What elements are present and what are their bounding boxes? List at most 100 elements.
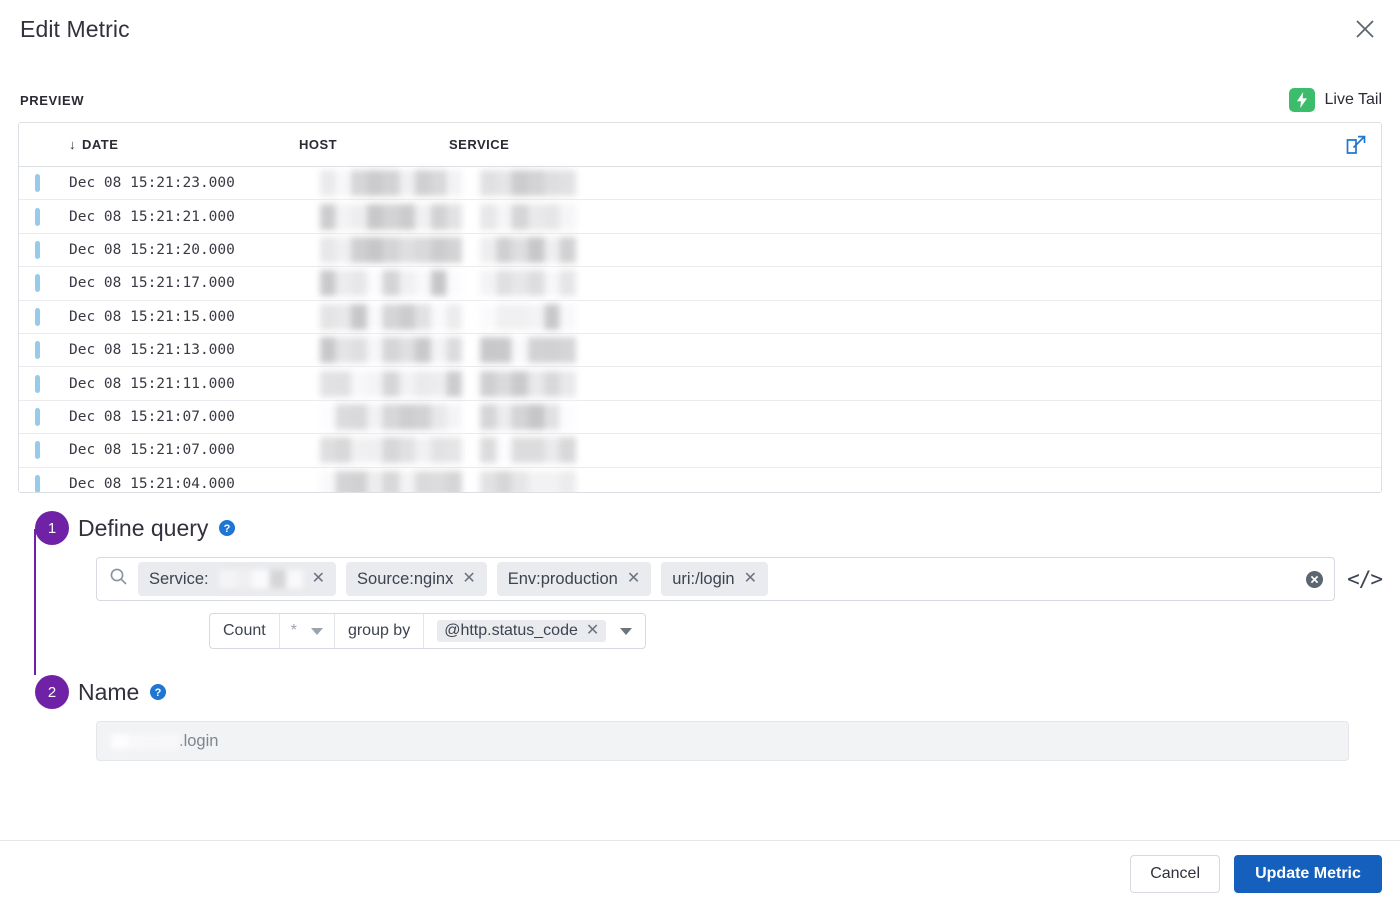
- query-filter-chip[interactable]: Source:nginx ✕: [346, 562, 487, 596]
- query-search-input[interactable]: Service: ✕ Source:nginx ✕ Env:production ✕ uri…: [96, 557, 1336, 601]
- table-row[interactable]: Dec 08 15:21:11.000: [19, 367, 1381, 401]
- remove-filter-icon[interactable]: ✕: [627, 571, 640, 587]
- group-by-field-select[interactable]: @http.status_code ✕: [424, 614, 645, 648]
- column-header-date[interactable]: ↓ DATE: [19, 137, 299, 152]
- query-filter-chip[interactable]: Env:production ✕: [496, 562, 652, 596]
- log-preview-table: ↓ DATE HOST SERVICE Dec 08 15:21:23.000 D…: [18, 122, 1382, 493]
- cell-date: Dec 08 15:21:21.000: [69, 208, 235, 225]
- column-header-host[interactable]: HOST: [299, 137, 449, 152]
- chevron-down-icon: [310, 627, 323, 635]
- cell-service-redacted: [480, 236, 576, 263]
- page-title: Edit Metric: [20, 15, 130, 42]
- remove-filter-icon[interactable]: ✕: [312, 571, 325, 587]
- column-header-host-label: HOST: [299, 137, 338, 152]
- cell-service-redacted: [480, 170, 576, 197]
- step-name: 2 Name ? .login: [18, 675, 1382, 761]
- modal-footer: Cancel Update Metric: [0, 840, 1400, 906]
- update-metric-button[interactable]: Update Metric: [1234, 854, 1382, 893]
- query-row: Service: ✕ Source:nginx ✕ Env:production ✕ uri…: [78, 557, 1383, 601]
- group-by-field-chip[interactable]: @http.status_code ✕: [437, 620, 607, 642]
- table-header-row: ↓ DATE HOST SERVICE: [19, 123, 1381, 167]
- cell-host-redacted: [320, 270, 462, 297]
- cell-host-redacted: [320, 203, 462, 230]
- column-header-date-label: DATE: [82, 137, 119, 152]
- cell-host-redacted: [320, 170, 462, 197]
- step-1-title-row: Define query ?: [78, 511, 1382, 545]
- lightning-bolt-icon: [1289, 88, 1316, 112]
- cell-date: Dec 08 15:21:13.000: [69, 342, 235, 359]
- preview-bar: PREVIEW Live Tail: [0, 78, 1400, 122]
- query-filter-chip-label: Source:nginx: [357, 569, 454, 588]
- cell-date: Dec 08 15:21:15.000: [69, 308, 235, 325]
- svg-text:?: ?: [155, 687, 162, 699]
- step-1-title: Define query: [78, 514, 209, 541]
- close-icon[interactable]: [1348, 12, 1382, 46]
- table-row[interactable]: Dec 08 15:21:21.000: [19, 200, 1381, 234]
- preview-label: PREVIEW: [20, 92, 85, 108]
- aggregation-function-select[interactable]: Count: [210, 614, 280, 648]
- query-filter-chips: Service: ✕ Source:nginx ✕ Env:production ✕ uri…: [138, 562, 1297, 596]
- table-row[interactable]: Dec 08 15:21:15.000: [19, 301, 1381, 334]
- cell-service-redacted: [480, 270, 576, 297]
- live-tail-toggle[interactable]: Live Tail: [1289, 88, 1382, 112]
- cancel-button[interactable]: Cancel: [1130, 854, 1220, 893]
- help-circle-icon[interactable]: ?: [218, 519, 236, 537]
- help-circle-icon[interactable]: ?: [149, 683, 167, 701]
- cell-service-redacted: [480, 403, 576, 430]
- cell-service-redacted: [480, 370, 576, 397]
- table-row[interactable]: Dec 08 15:21:04.000: [19, 468, 1381, 492]
- modal-header: Edit Metric: [0, 0, 1400, 58]
- step-define-query: 1 Define query ? Service: ✕ Source:nginx…: [18, 511, 1383, 649]
- aggregation-control: Count * group by @http.status_code ✕: [209, 613, 647, 649]
- clear-circle-icon[interactable]: [1305, 570, 1324, 589]
- cell-service-redacted: [480, 203, 576, 230]
- remove-filter-icon[interactable]: ✕: [462, 571, 475, 587]
- group-by-field-label: @http.status_code: [444, 622, 578, 639]
- column-header-service[interactable]: SERVICE: [449, 137, 599, 152]
- external-link-icon[interactable]: [1345, 134, 1367, 161]
- cell-service-redacted: [480, 303, 576, 330]
- query-filter-chip[interactable]: Service: ✕: [138, 562, 337, 596]
- table-row[interactable]: Dec 08 15:21:17.000: [19, 267, 1381, 301]
- cell-host-redacted: [320, 337, 462, 364]
- aggregation-measure-select[interactable]: *: [280, 614, 335, 648]
- redacted-name-prefix: [111, 733, 179, 749]
- step-2-title-row: Name ?: [78, 675, 1382, 709]
- cell-date: Dec 08 15:21:07.000: [69, 408, 235, 425]
- table-body: Dec 08 15:21:23.000 Dec 08 15:21:21.000 De…: [19, 167, 1381, 492]
- cell-host-redacted: [320, 403, 462, 430]
- metric-name-suffix: .login: [179, 731, 219, 750]
- group-by-label: group by: [335, 614, 425, 648]
- cell-date: Dec 08 15:21:23.000: [69, 175, 235, 192]
- cell-host-redacted: [320, 470, 462, 492]
- cell-host-redacted: [320, 303, 462, 330]
- redacted-chip-value: [218, 570, 303, 588]
- cell-date: Dec 08 15:21:20.000: [69, 241, 235, 258]
- cell-date: Dec 08 15:21:07.000: [69, 442, 235, 459]
- table-row[interactable]: Dec 08 15:21:07.000: [19, 401, 1381, 435]
- cell-host-redacted: [320, 236, 462, 263]
- query-filter-chip[interactable]: uri:/login ✕: [661, 562, 768, 596]
- metric-name-input[interactable]: .login: [96, 721, 1349, 761]
- step-2-badge: 2: [35, 675, 69, 709]
- step-1-badge: 1: [35, 511, 69, 545]
- code-view-icon[interactable]: </>: [1347, 567, 1383, 591]
- aggregation-row: Count * group by @http.status_code ✕: [78, 613, 1382, 649]
- cell-host-redacted: [320, 370, 462, 397]
- cell-service-redacted: [480, 337, 576, 364]
- query-filter-chip-label: Env:production: [507, 569, 618, 588]
- remove-filter-icon[interactable]: ✕: [744, 571, 757, 587]
- table-row[interactable]: Dec 08 15:21:07.000: [19, 434, 1381, 468]
- chevron-down-icon: [620, 627, 633, 635]
- step-2-title: Name: [78, 678, 140, 705]
- table-row[interactable]: Dec 08 15:21:13.000: [19, 334, 1381, 368]
- live-tail-label: Live Tail: [1324, 91, 1382, 108]
- query-filter-chip-label: Service:: [149, 569, 209, 588]
- steps-section: 1 Define query ? Service: ✕ Source:nginx…: [0, 493, 1400, 761]
- table-row[interactable]: Dec 08 15:21:23.000: [19, 167, 1381, 201]
- remove-group-by-icon[interactable]: ✕: [586, 623, 599, 639]
- cell-date: Dec 08 15:21:17.000: [69, 275, 235, 292]
- cell-service-redacted: [480, 437, 576, 464]
- aggregation-measure-value: *: [290, 622, 297, 639]
- table-row[interactable]: Dec 08 15:21:20.000: [19, 234, 1381, 268]
